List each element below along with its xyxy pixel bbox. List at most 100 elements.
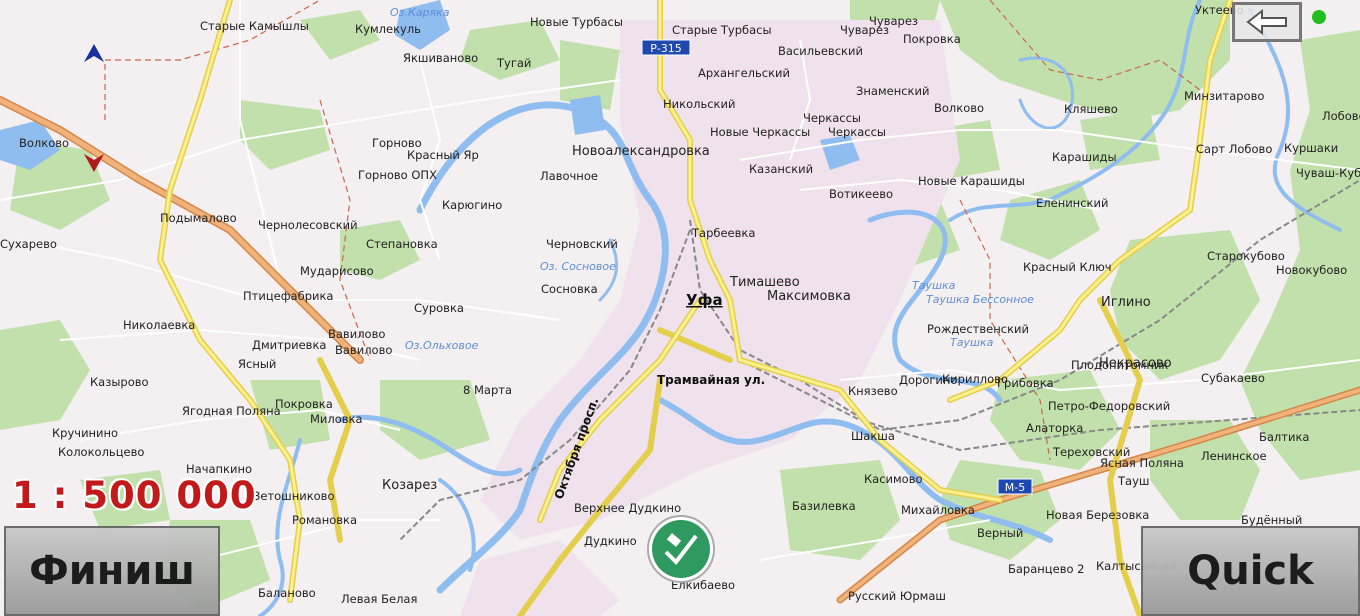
place-label: Елeнинский [1036, 196, 1108, 210]
back-button[interactable] [1232, 2, 1302, 42]
place-label: Шакша [851, 429, 895, 443]
place-label: Старые Турбасы [672, 23, 772, 37]
place-label: Козарез [382, 478, 437, 493]
city-label-ufa: Уфа [686, 291, 723, 309]
place-label: Баранцево 2 [1008, 562, 1085, 576]
place-label: Черновский [546, 237, 618, 251]
place-label: Степановка [366, 237, 438, 251]
place-label: Казырово [90, 375, 149, 389]
place-label: Минзитарово [1184, 89, 1264, 103]
place-label: Ясная Поляна [1100, 456, 1184, 470]
place-label: Петро-Федоровский [1048, 399, 1170, 413]
place-label: Вавилово [335, 343, 392, 357]
svg-text:Оз. Сосновое: Оз. Сосновое [540, 260, 616, 273]
place-label: Сосновка [541, 282, 598, 296]
map-scale-label: 1 : 500 000 [12, 474, 257, 517]
place-label: Казанский [749, 162, 813, 176]
place-label: Якшиваново [403, 51, 478, 65]
place-label: Новоалександровка [572, 144, 710, 159]
place-label: Черкассы [828, 125, 886, 139]
place-label: Новые Карашиды [918, 174, 1025, 188]
place-label: Романовка [292, 513, 357, 527]
place-label: Тауш [1117, 474, 1149, 488]
place-label: Балтика [1259, 430, 1309, 444]
place-label: Русский Юрмаш [848, 589, 946, 603]
place-label: Вавилово [328, 327, 385, 341]
road-shield-m5: M-5 [997, 478, 1033, 495]
place-label: Будённый [1241, 513, 1302, 527]
place-label: Красный Яр [407, 148, 479, 162]
place-label: Вотикеево [829, 187, 893, 201]
svg-text:Оз.Каряка: Оз.Каряка [390, 6, 450, 19]
place-label: Верхнее Дудкино [574, 501, 681, 515]
svg-text:Таушка: Таушка [950, 336, 994, 349]
svg-text:M-5: M-5 [1005, 481, 1025, 494]
place-label: Тимашево [729, 275, 800, 290]
place-label: Николаевка [123, 318, 195, 332]
place-label: Колокольцево [58, 445, 144, 459]
place-label: Суровка [414, 301, 464, 315]
back-arrow-icon [1246, 8, 1287, 36]
place-label: Волково [19, 136, 69, 150]
place-label: Красный Ключ [1023, 260, 1112, 274]
quick-button[interactable]: Quick [1141, 526, 1360, 616]
finish-button[interactable]: Финиш [4, 526, 220, 616]
place-label: Птицефабрика [243, 289, 333, 303]
place-label: Ясный [238, 357, 276, 371]
place-label: Князево [848, 384, 898, 398]
place-label: Левая Белая [341, 592, 417, 606]
place-label: Новая Березовка [1046, 508, 1149, 522]
place-label: 8 Марта [463, 383, 512, 397]
place-label: Подымалово [160, 211, 237, 225]
place-label: Чуваш-Кубово [1296, 166, 1360, 180]
svg-text:Оз.Ольховое: Оз.Ольховое [405, 339, 479, 352]
place-label: Мударисово [300, 264, 374, 278]
svg-text:Таушка Бессонное: Таушка Бессонное [926, 293, 1034, 306]
place-label: Баланово [258, 586, 316, 600]
place-label: Дудкино [584, 534, 637, 548]
place-label: Васильевский [778, 44, 863, 58]
place-label: Ягодная Поляна [182, 404, 281, 418]
gps-status-dot [1312, 10, 1326, 24]
place-label: Старокубово [1207, 249, 1285, 263]
place-label: Карашиды [1052, 150, 1117, 164]
place-label: Чернолесовский [258, 218, 358, 232]
place-label: Новые Турбасы [530, 15, 623, 29]
place-label: Кляшево [1064, 102, 1118, 116]
place-label: Черкассы [803, 111, 861, 125]
place-label: Кумлекуль [355, 22, 421, 36]
place-label: Плодопитомник [1071, 358, 1168, 372]
place-label: Зетошниково [253, 489, 335, 503]
place-label: Чуварез [840, 23, 889, 37]
place-label: Старые Камышлы [200, 19, 309, 33]
road-shield-r315: Р-315 [641, 39, 691, 56]
place-label: Архангельский [698, 66, 790, 80]
place-label: Касимово [864, 472, 923, 486]
place-label: Сухарево [0, 237, 57, 251]
place-label: Знаменский [856, 84, 929, 98]
place-label: Ленинское [1201, 449, 1267, 463]
place-label: Карюгино [442, 198, 502, 212]
svg-text:Р-315: Р-315 [650, 42, 682, 55]
place-label: Дмитриевка [252, 338, 326, 352]
place-label: Тугай [496, 56, 531, 70]
place-label: Миловка [310, 412, 363, 426]
place-label: Никольский [663, 97, 735, 111]
place-label: Новокубово [1276, 263, 1347, 277]
place-label: Сарт Лобово [1196, 142, 1272, 156]
place-label: Базилевка [792, 499, 856, 513]
place-label: Горново ОПХ [358, 168, 437, 182]
place-label: Лавочное [540, 169, 598, 183]
place-label: Кручинино [52, 426, 118, 440]
place-label: Верный [977, 526, 1023, 540]
street-label: Трамвайная ул. [657, 373, 765, 387]
place-label: Новые Черкассы [710, 125, 810, 139]
place-label: Максимовка [767, 289, 851, 304]
place-label: Михайловка [901, 503, 975, 517]
place-label: Тарбеевка [691, 226, 755, 240]
place-label: Волково [934, 101, 984, 115]
place-label: Грибовка [997, 376, 1054, 390]
place-label: Покровка [275, 397, 333, 411]
place-label: Куршаки [1284, 141, 1338, 155]
current-position-marker-icon [647, 515, 715, 583]
